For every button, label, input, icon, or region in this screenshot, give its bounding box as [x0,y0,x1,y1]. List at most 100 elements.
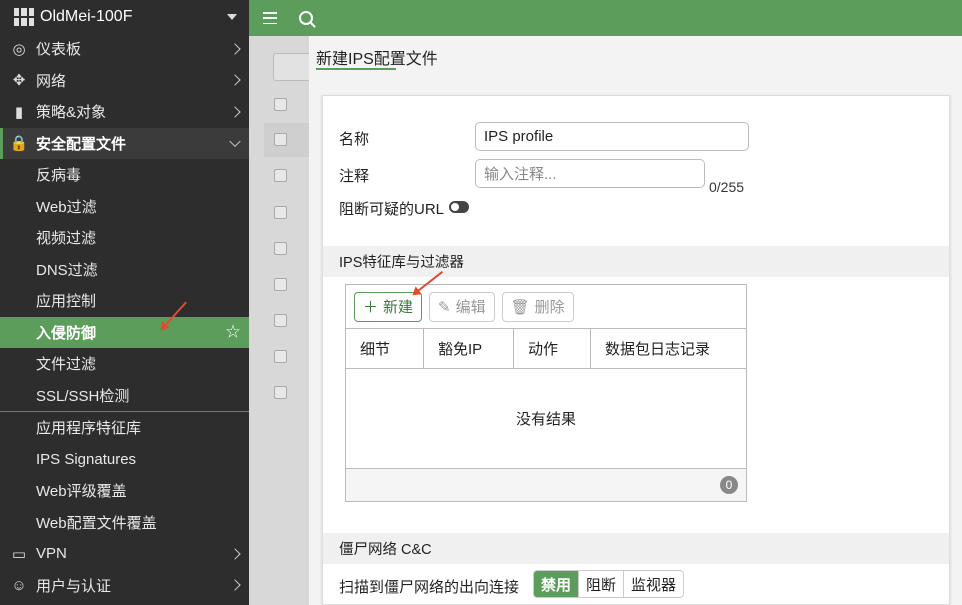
sidebar-item-7[interactable]: DNS过滤 [0,254,249,286]
block-url-label: 阻断可疑的URL [339,201,445,218]
botnet-scan-label: 扫描到僵尸网络的出向连接 [339,579,520,596]
top-bar [249,0,962,36]
comment-counter: 0/255 [709,179,745,195]
sidebar-item-6[interactable]: 视频过滤 [0,222,249,254]
trash-icon: 🗑 [510,298,530,316]
botnet-option-monitor[interactable]: 监视器 [624,571,683,597]
chevron-right-icon [229,106,241,118]
chevron-right-icon [229,579,241,591]
sidebar-item-label: Web配置文件覆盖 [36,514,157,532]
edit-button[interactable]: ✎ 编辑 [429,291,495,322]
column-header-details[interactable]: 细节 [346,329,424,368]
sidebar-item-label: 反病毒 [36,167,82,185]
laptop-icon: ▭ [11,545,27,563]
table-footer: 0 [346,469,746,501]
column-header-action[interactable]: 动作 [514,329,591,368]
column-header-exempt-ip[interactable]: 豁免IP [424,329,514,368]
background-checkbox [274,242,287,255]
sidebar-item-label: 应用控制 [36,293,97,311]
background-table-header [264,123,314,157]
sidebar-item-label: 用户与认证 [36,577,112,595]
result-count-badge: 0 [720,476,738,494]
sidebar-item-label: 文件过滤 [36,356,97,374]
sidebar-item-1[interactable]: ✥ 网络 [0,65,249,97]
sidebar-item-15[interactable]: Web配置文件覆盖 [0,507,249,539]
sidebar-item-label: 策略&对象 [36,104,107,122]
sidebar-item-9[interactable]: 入侵防御 ☆ [0,316,249,348]
background-checkbox [274,206,287,219]
sidebar-item-16[interactable]: ▭ VPN [0,538,249,570]
ips-section-header: IPS特征库与过滤器 [323,246,949,277]
panel-title: 新建IPS配置文件 [316,51,438,68]
sidebar-item-label: 安全配置文件 [36,135,127,153]
sidebar-item-label: 视频过滤 [36,230,97,248]
sidebar-item-3[interactable]: 🔒 安全配置文件 [0,127,249,159]
plus-icon: ＋ [363,299,379,316]
chevron-down-icon [229,135,241,148]
background-checkbox [274,169,287,182]
sidebar-item-label: IPS Signatures [36,450,137,468]
sidebar-item-label: Web过滤 [36,198,97,216]
search-icon[interactable] [299,11,313,25]
sidebar-item-12[interactable]: 应用程序特征库 [0,412,249,444]
background-checkbox [274,350,287,363]
caret-down-icon [227,13,237,20]
botnet-option-disable[interactable]: 禁用 [534,571,580,597]
ips-filter-table: ＋ 新建 ✎ 编辑 🗑 删除 细节 豁免IP 动作 数据包日志记录 没有结果 0 [345,284,747,502]
hamburger-menu-icon[interactable] [263,12,277,24]
sidebar-item-11[interactable]: SSL/SSH检测 [0,380,249,412]
chevron-right-icon [229,43,241,55]
sidebar-item-label: 网络 [36,72,67,90]
sidebar-item-label: 应用程序特征库 [36,420,142,438]
name-label: 名称 [339,131,370,148]
background-checkbox [274,98,287,111]
background-checkbox [274,278,287,291]
sidebar-item-17[interactable]: ☺ 用户与认证 [0,570,249,602]
botnet-mode-selector: 禁用 阻断 监视器 [533,570,685,598]
table-header: 细节 豁免IP 动作 数据包日志记录 [346,329,746,369]
sidebar: OldMei-100F ◎ 仪表板 ✥ 网络 ▮ 策略&对象 🔒 安全配置文件 反病毒 Web过滤… [0,0,249,605]
sidebar-item-10[interactable]: 文件过滤 [0,348,249,380]
background-create-button [273,53,313,81]
sidebar-item-label: 仪表板 [36,41,82,59]
pencil-icon: ✎ [438,298,451,316]
sidebar-item-5[interactable]: Web过滤 [0,191,249,223]
sidebar-item-13[interactable]: IPS Signatures [0,444,249,476]
sidebar-item-4[interactable]: 反病毒 [0,159,249,191]
background-page [249,36,314,605]
comment-textarea[interactable]: 输入注释... [475,159,705,188]
sidebar-item-label: SSL/SSH检测 [36,387,130,405]
name-input[interactable]: IPS profile [475,122,749,151]
comment-label: 注释 [339,168,370,185]
sidebar-item-0[interactable]: ◎ 仪表板 [0,33,249,65]
chevron-right-icon [229,548,241,560]
user-icon: ☺ [11,576,27,594]
sidebar-item-8[interactable]: 应用控制 [0,285,249,317]
botnet-section-header: 僵尸网络 C&C [323,533,949,564]
sidebar-item-14[interactable]: Web评级覆盖 [0,475,249,507]
sidebar-item-2[interactable]: ▮ 策略&对象 [0,96,249,128]
network-icon: ✥ [12,72,26,90]
sidebar-item-label: VPN [36,545,67,563]
nav-list: ◎ 仪表板 ✥ 网络 ▮ 策略&对象 🔒 安全配置文件 反病毒 Web过滤视频过滤 DNS过滤应用控… [0,33,249,601]
background-checkbox [274,386,287,399]
form-card: 名称 IPS profile 注释 输入注释... 0/255 阻断可疑的URL… [322,95,950,605]
title-underline [316,68,396,70]
block-url-toggle[interactable] [449,201,469,213]
device-selector[interactable]: OldMei-100F [0,0,249,33]
new-button[interactable]: ＋ 新建 [354,291,423,322]
chevron-right-icon [229,74,241,86]
botnet-option-block[interactable]: 阻断 [579,571,625,597]
sidebar-item-label: Web评级覆盖 [36,483,127,501]
delete-button[interactable]: 🗑 删除 [501,291,574,322]
background-checkbox [274,314,287,327]
device-name: OldMei-100F [40,7,133,25]
edit-button-label: 编辑 [455,299,486,316]
column-header-packet-logging[interactable]: 数据包日志记录 [591,329,746,368]
lock-icon: 🔒 [9,135,29,153]
fortinet-logo-icon [14,7,34,26]
table-toolbar: ＋ 新建 ✎ 编辑 🗑 删除 [346,285,746,329]
background-checkbox [274,133,287,146]
dashboard-icon: ◎ [12,40,26,58]
star-icon[interactable]: ☆ [225,322,241,343]
